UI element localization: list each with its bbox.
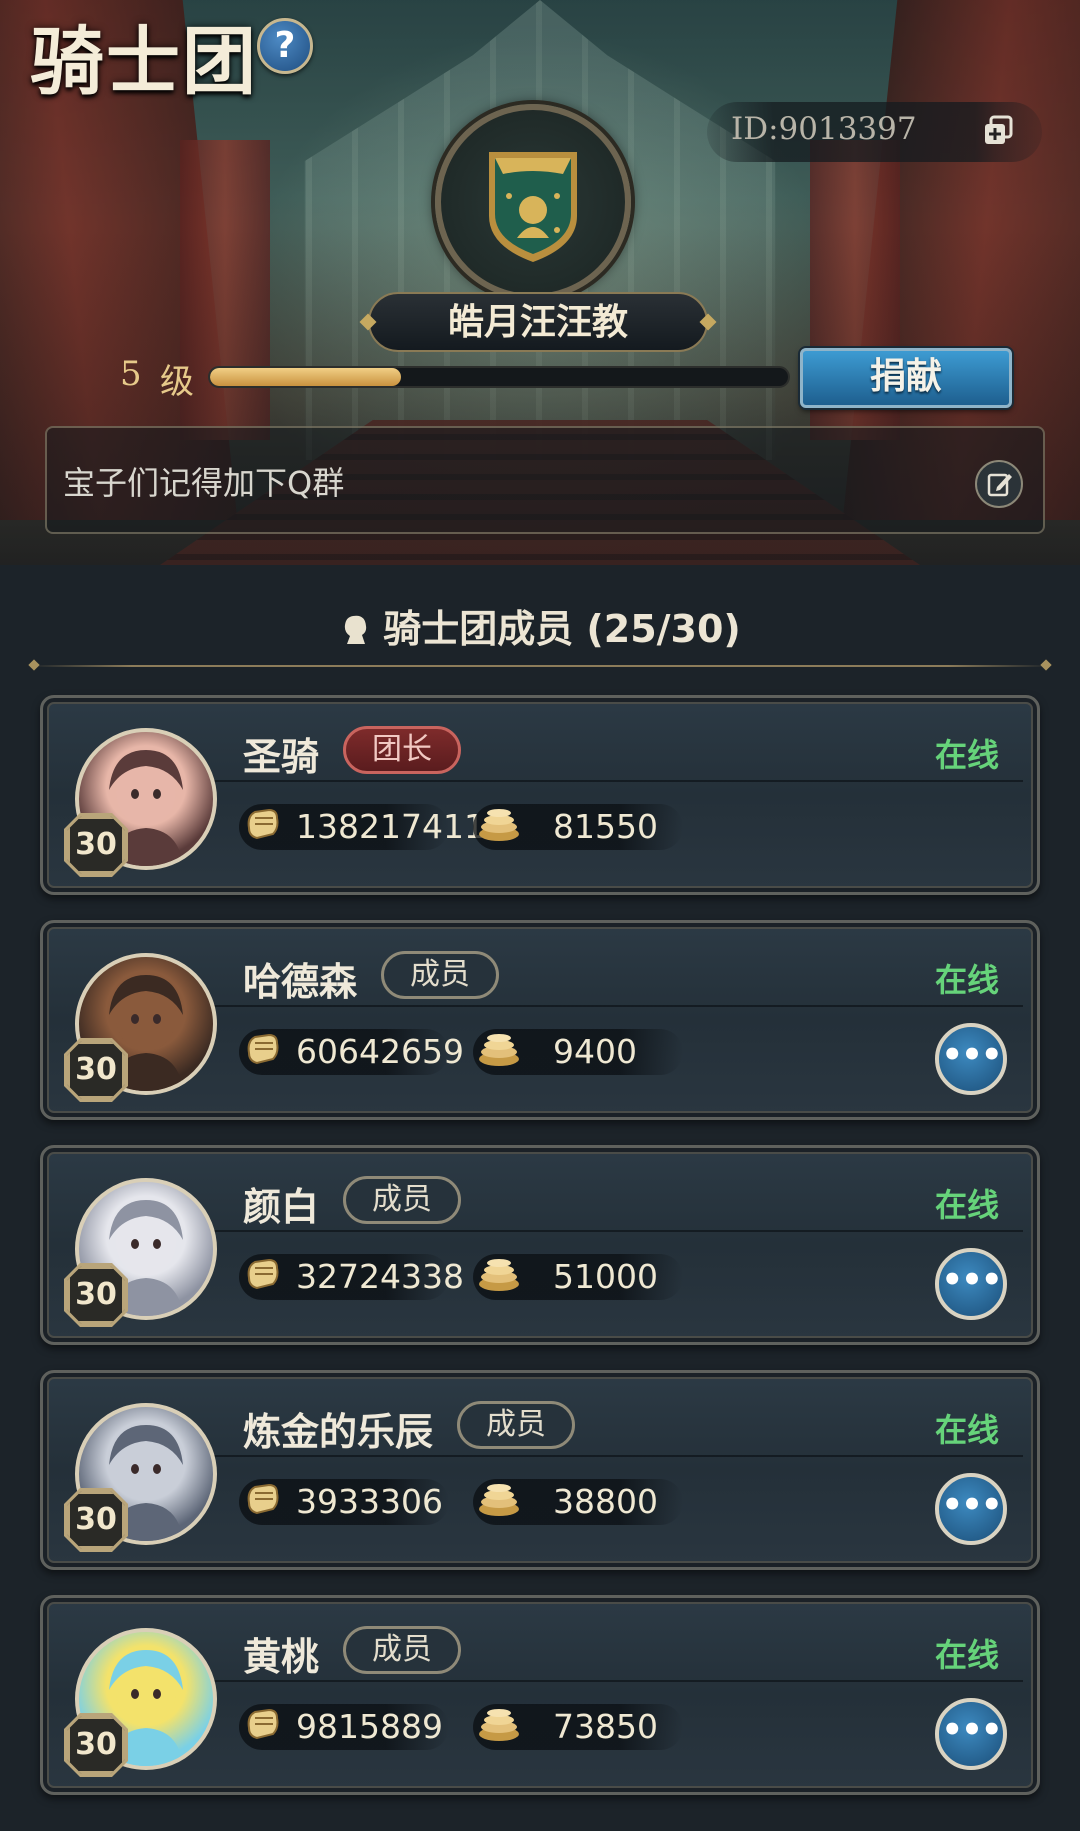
coin-stack-icon xyxy=(479,1484,519,1516)
member-contribution: 51000 xyxy=(553,1257,658,1296)
member-more-button[interactable]: ••• xyxy=(935,1473,1007,1545)
member-role-badge: 成员 xyxy=(343,1176,461,1224)
shield-icon xyxy=(489,152,577,262)
member-card[interactable]: 30 黄桃 成员 在线 9815889 73850 ••• xyxy=(40,1595,1040,1795)
member-status: 在线 xyxy=(935,961,1000,999)
member-name: 圣骑 xyxy=(243,734,320,779)
member-power: 9815889 xyxy=(296,1707,443,1746)
member-more-button[interactable]: ••• xyxy=(935,1698,1007,1770)
member-role-badge: 成员 xyxy=(457,1401,575,1449)
members-heading: 骑士团成员 (25/30) xyxy=(0,598,1080,653)
edit-notice-button[interactable] xyxy=(975,460,1023,508)
level-progress-fill xyxy=(210,368,401,386)
section-divider xyxy=(30,665,1050,667)
member-contribution: 73850 xyxy=(553,1707,658,1746)
member-role-badge: 成员 xyxy=(381,951,499,999)
member-card[interactable]: 30 圣骑 团长 在线 138217411 81550 xyxy=(40,695,1040,895)
member-role-badge: 团长 xyxy=(343,726,461,774)
copy-icon[interactable] xyxy=(982,114,1016,148)
donate-button[interactable]: 捐献 xyxy=(800,348,1012,408)
fist-icon xyxy=(247,1033,279,1065)
member-level-badge: 30 xyxy=(67,1266,125,1324)
level-progress-bar xyxy=(208,366,790,388)
guild-name: 皓月汪汪教 xyxy=(368,292,708,352)
coin-stack-icon xyxy=(479,1034,519,1066)
members-count-label: 骑士团成员 (25/30) xyxy=(383,607,741,651)
member-level-badge: 30 xyxy=(67,1716,125,1774)
edit-icon xyxy=(987,473,1012,497)
member-more-button[interactable]: ••• xyxy=(935,1248,1007,1320)
member-power: 60642659 xyxy=(296,1032,464,1071)
guild-id: ID:9013397 xyxy=(731,111,917,147)
coin-stack-icon xyxy=(479,809,519,841)
member-power: 138217411 xyxy=(296,807,485,846)
member-status: 在线 xyxy=(935,1411,1000,1449)
member-role-badge: 成员 xyxy=(343,1626,461,1674)
fist-icon xyxy=(247,1483,279,1515)
coin-stack-icon xyxy=(479,1709,519,1741)
fist-icon xyxy=(247,808,279,840)
member-level-badge: 30 xyxy=(67,1041,125,1099)
help-button[interactable]: ? xyxy=(257,18,313,74)
member-name: 颜白 xyxy=(243,1184,320,1229)
member-card[interactable]: 30 颜白 成员 在线 32724338 51000 ••• xyxy=(40,1145,1040,1345)
member-contribution: 9400 xyxy=(553,1032,637,1071)
member-status: 在线 xyxy=(935,1186,1000,1224)
fist-icon xyxy=(247,1258,279,1290)
member-power: 3933306 xyxy=(296,1482,443,1521)
member-contribution: 38800 xyxy=(553,1482,658,1521)
notice-text: 宝子们记得加下Q群 xyxy=(63,464,345,502)
guild-level-number: 5 xyxy=(120,354,142,394)
member-name: 黄桃 xyxy=(243,1634,320,1679)
guild-emblem xyxy=(435,104,631,300)
coin-stack-icon xyxy=(479,1259,519,1291)
member-contribution: 81550 xyxy=(553,807,658,846)
page-title: 骑士团 xyxy=(30,19,258,105)
member-level-badge: 30 xyxy=(67,816,125,874)
member-name: 炼金的乐辰 xyxy=(243,1409,434,1454)
bust-icon xyxy=(345,615,367,644)
member-status: 在线 xyxy=(935,1636,1000,1674)
guild-notice: 宝子们记得加下Q群 xyxy=(45,426,1045,534)
member-name: 哈德森 xyxy=(243,959,358,1004)
member-more-button[interactable]: ••• xyxy=(935,1023,1007,1095)
guild-id-box: ID:9013397 xyxy=(707,102,1042,162)
member-power: 32724338 xyxy=(296,1257,464,1296)
member-status: 在线 xyxy=(935,736,1000,774)
member-card[interactable]: 30 炼金的乐辰 成员 在线 3933306 38800 ••• xyxy=(40,1370,1040,1570)
guild-level-unit: 级 xyxy=(160,362,194,402)
fist-icon xyxy=(247,1708,279,1740)
member-card[interactable]: 30 哈德森 成员 在线 60642659 9400 ••• xyxy=(40,920,1040,1120)
member-level-badge: 30 xyxy=(67,1491,125,1549)
